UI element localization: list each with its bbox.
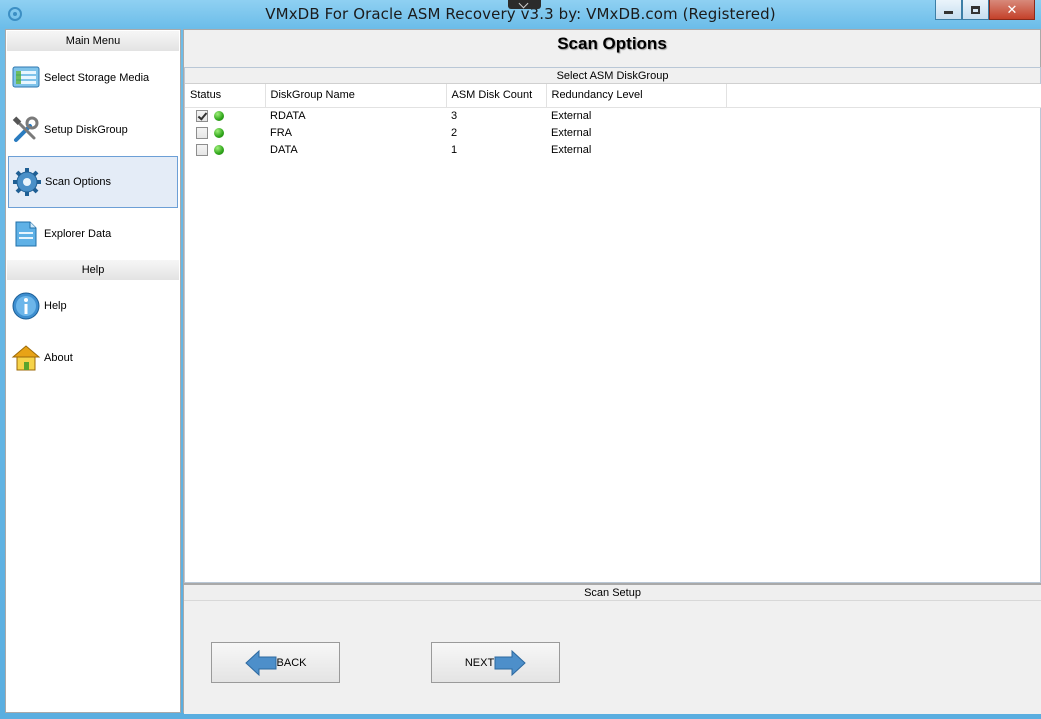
app-window: VMxDB For Oracle ASM Recovery v3.3 by: V…: [0, 0, 1041, 719]
diskgroup-panel-title: Select ASM DiskGroup: [185, 68, 1040, 84]
column-header-filler: [726, 84, 1041, 108]
maximize-icon: [971, 5, 980, 14]
asm-disk-count: 3: [451, 109, 458, 122]
diskgroup-table: Status DiskGroup Name ASM Disk Count Red…: [185, 84, 1041, 158]
arrow-left-icon: [244, 649, 277, 676]
chevron-down-icon[interactable]: [508, 0, 541, 9]
maximize-button[interactable]: [962, 0, 989, 20]
status-ok-icon: [214, 144, 224, 155]
row-checkbox[interactable]: [196, 143, 208, 156]
asm-disk-count: 2: [451, 126, 458, 139]
close-button[interactable]: ✕: [989, 0, 1035, 20]
minimize-icon: [944, 11, 953, 14]
back-button-label: BACK: [276, 656, 307, 669]
diskgroup-panel: Select ASM DiskGroup Status DiskGroup Na…: [184, 67, 1041, 583]
column-header-asm-disk-count[interactable]: ASM Disk Count: [446, 84, 547, 108]
page-title: Scan Options: [184, 30, 1040, 66]
sidebar-item-about[interactable]: About: [8, 332, 178, 384]
sidebar-item-label: About: [44, 352, 73, 364]
column-header-redundancy-level[interactable]: Redundancy Level: [546, 84, 727, 108]
home-icon: [11, 345, 41, 371]
document-icon: [15, 221, 37, 247]
sidebar-item-label: Explorer Data: [44, 228, 112, 240]
help-header: Help: [7, 260, 179, 280]
table-row[interactable]: RDATA 3 External: [185, 107, 1041, 124]
storage-media-icon: [12, 66, 40, 88]
sidebar-item-explorer-data[interactable]: Explorer Data: [8, 208, 178, 260]
sidebar-item-help[interactable]: Help: [8, 280, 178, 332]
redundancy-level: External: [551, 143, 592, 156]
sidebar-item-label: Help: [44, 300, 67, 312]
back-button[interactable]: BACK: [211, 642, 340, 683]
minimize-button[interactable]: [935, 0, 962, 20]
sidebar-item-select-storage-media[interactable]: Select Storage Media: [8, 52, 178, 104]
diskgroup-name: DATA: [270, 143, 298, 156]
sidebar-item-setup-diskgroup[interactable]: Setup DiskGroup: [8, 104, 178, 156]
asm-disk-count: 1: [451, 143, 458, 156]
column-header-diskgroup-name[interactable]: DiskGroup Name: [265, 84, 447, 108]
tools-icon: [12, 116, 39, 142]
title-bar[interactable]: VMxDB For Oracle ASM Recovery v3.3 by: V…: [0, 0, 1041, 28]
status-ok-icon: [214, 127, 224, 138]
scan-setup-title: Scan Setup: [184, 585, 1041, 601]
diskgroup-name: FRA: [270, 126, 292, 139]
scan-setup-panel: Scan Setup BACK NEXT: [184, 583, 1041, 714]
window-controls: ✕: [935, 0, 1035, 20]
info-icon: [12, 292, 40, 320]
redundancy-level: External: [551, 126, 592, 139]
diskgroup-name: RDATA: [270, 109, 306, 122]
arrow-right-icon: [494, 649, 526, 676]
next-button-label: NEXT: [464, 656, 495, 669]
gear-icon: [13, 168, 41, 196]
sidebar-item-label: Select Storage Media: [44, 72, 150, 84]
table-row[interactable]: DATA 1 External: [185, 141, 1041, 158]
main-menu-header: Main Menu: [7, 31, 179, 51]
sidebar-item-label: Scan Options: [45, 176, 112, 188]
sidebar-item-scan-options[interactable]: Scan Options: [8, 156, 178, 208]
row-checkbox[interactable]: [196, 109, 208, 122]
status-ok-icon: [214, 110, 224, 121]
next-button[interactable]: NEXT: [431, 642, 560, 683]
sidebar-item-label: Setup DiskGroup: [44, 124, 128, 136]
column-header-status[interactable]: Status: [185, 84, 266, 108]
main-panel: Scan Options Select ASM DiskGroup Status…: [183, 29, 1041, 714]
sidebar: Main Menu Select Storage Media Setup Dis…: [5, 29, 181, 713]
close-icon: ✕: [1006, 1, 1018, 17]
table-row[interactable]: FRA 2 External: [185, 124, 1041, 141]
row-checkbox[interactable]: [196, 126, 208, 139]
table-header-row: Status DiskGroup Name ASM Disk Count Red…: [185, 84, 1041, 108]
redundancy-level: External: [551, 109, 592, 122]
